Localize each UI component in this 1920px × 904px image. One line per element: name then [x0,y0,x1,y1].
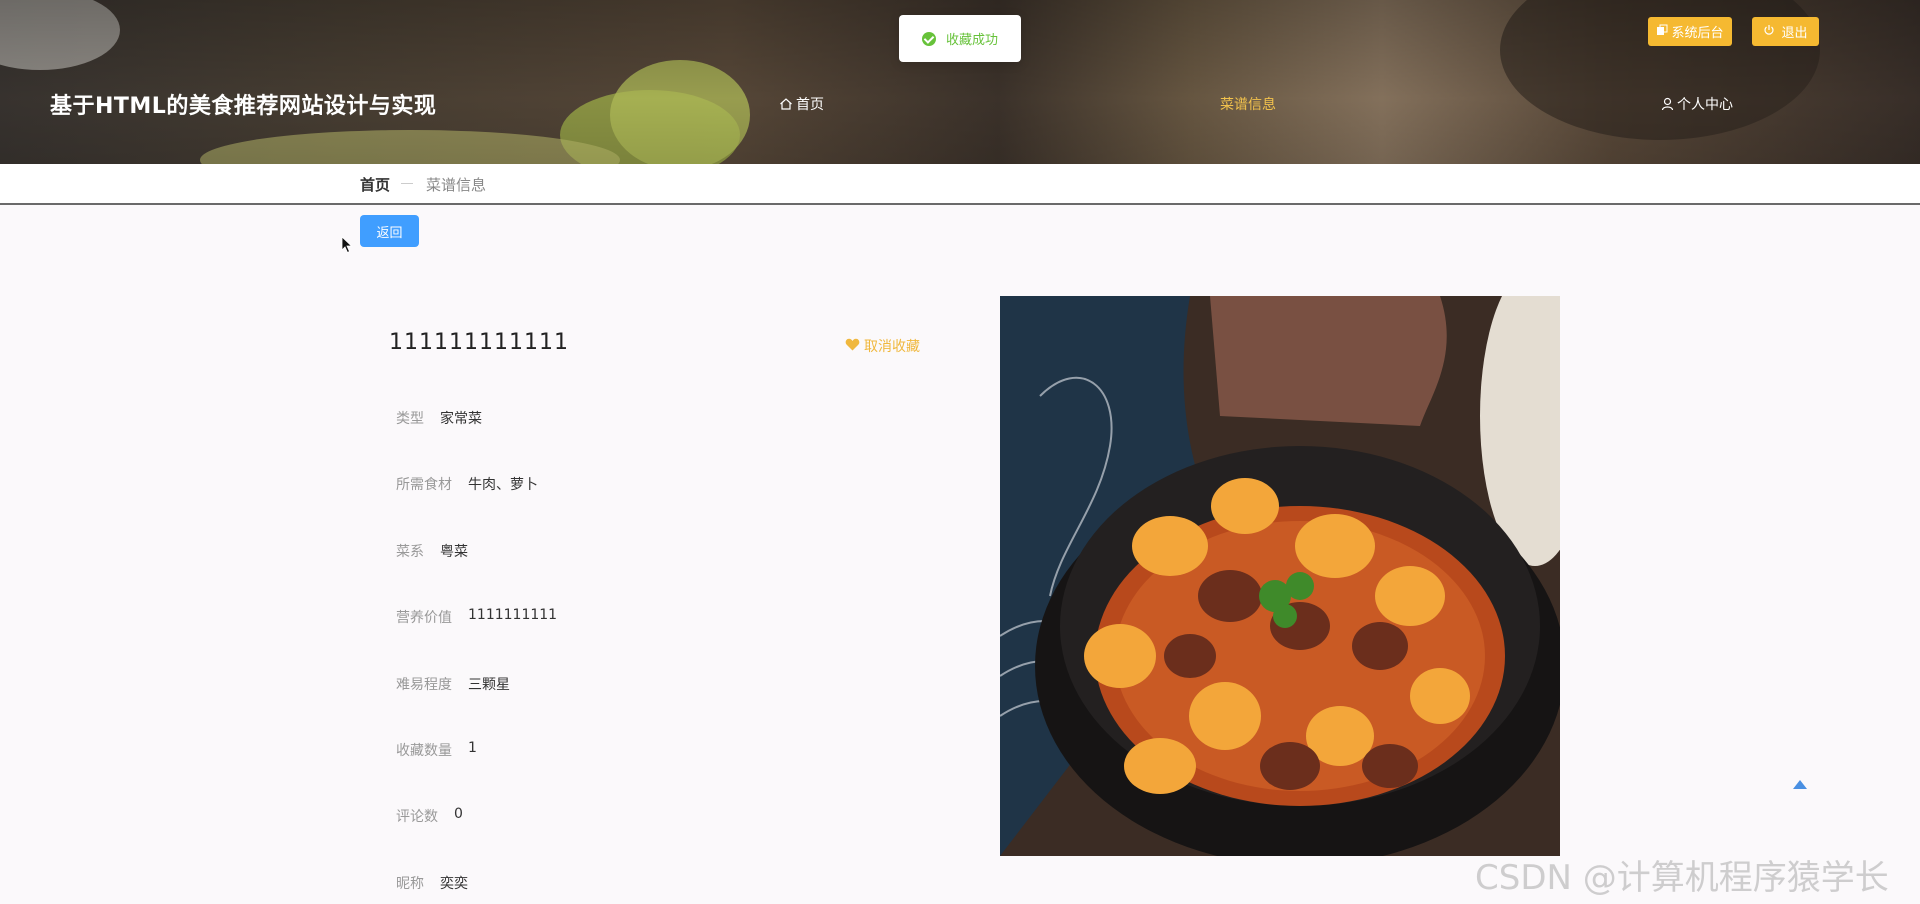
home-icon [779,97,793,111]
nav-recipe-info[interactable]: 菜谱信息 [1220,94,1276,114]
field-label: 菜系 [396,544,424,560]
watermark: CSDN @计算机程序猿学长 [1475,858,1889,898]
field-difficulty: 难易程度 三颗星 [396,674,510,694]
breadcrumb-separator [401,183,413,184]
heart-icon [845,338,860,355]
admin-button-label: 系统后台 [1671,26,1724,41]
field-cuisine: 菜系 粤菜 [396,541,468,561]
unfavorite-button[interactable]: 取消收藏 [845,336,920,356]
nav-personal-center[interactable]: 个人中心 [1661,94,1733,114]
nav-personal-center-label: 个人中心 [1677,97,1733,113]
field-value: 家常菜 [440,411,482,427]
field-value: 0 [454,806,463,822]
back-button[interactable]: 返回 [360,215,419,247]
field-label: 类型 [396,411,424,427]
breadcrumb-home[interactable]: 首页 [360,174,390,195]
field-label: 昵称 [396,876,424,892]
logout-button-label: 退出 [1781,26,1808,41]
field-ingredients: 所需食材 牛肉、萝卜 [396,474,538,494]
nav-recipe-info-label: 菜谱信息 [1220,97,1276,113]
back-to-top-button[interactable] [1793,780,1807,789]
logout-button[interactable]: 退出 [1752,17,1819,46]
admin-button[interactable]: 系统后台 [1648,17,1732,46]
toast-message: 收藏成功 [945,33,998,48]
success-toast: 收藏成功 [899,15,1021,62]
field-value: 奕奕 [440,876,468,892]
field-label: 营养价值 [396,610,452,626]
unfavorite-label: 取消收藏 [864,339,920,355]
recipe-title: 111111111111 [389,330,569,355]
mouse-cursor-icon [341,236,353,258]
power-icon [1763,24,1775,40]
nav-home[interactable]: 首页 [779,94,824,114]
field-value: 粤菜 [440,544,468,560]
field-nickname: 昵称 奕奕 [396,873,468,893]
field-label: 所需食材 [396,477,452,493]
field-nutrition: 营养价值 1111111111 [396,607,557,627]
field-comment-count: 评论数 0 [396,806,463,826]
recipe-image [1000,296,1560,856]
field-value: 1111111111 [468,607,558,623]
nav-home-label: 首页 [796,97,824,113]
user-icon [1661,97,1674,111]
field-label: 收藏数量 [396,743,452,759]
field-type: 类型 家常菜 [396,408,482,428]
field-value: 1 [468,740,477,756]
field-value: 牛肉、萝卜 [468,477,538,493]
site-title: 基于HTML的美食推荐网站设计与实现 [50,94,437,119]
field-value: 三颗星 [468,677,510,693]
admin-icon [1656,24,1668,40]
field-favorite-count: 收藏数量 1 [396,740,477,760]
breadcrumb: 首页 菜谱信息 [0,164,1920,205]
field-label: 难易程度 [396,677,452,693]
check-circle-icon [921,31,936,46]
breadcrumb-current: 菜谱信息 [426,176,487,194]
field-label: 评论数 [396,809,438,825]
